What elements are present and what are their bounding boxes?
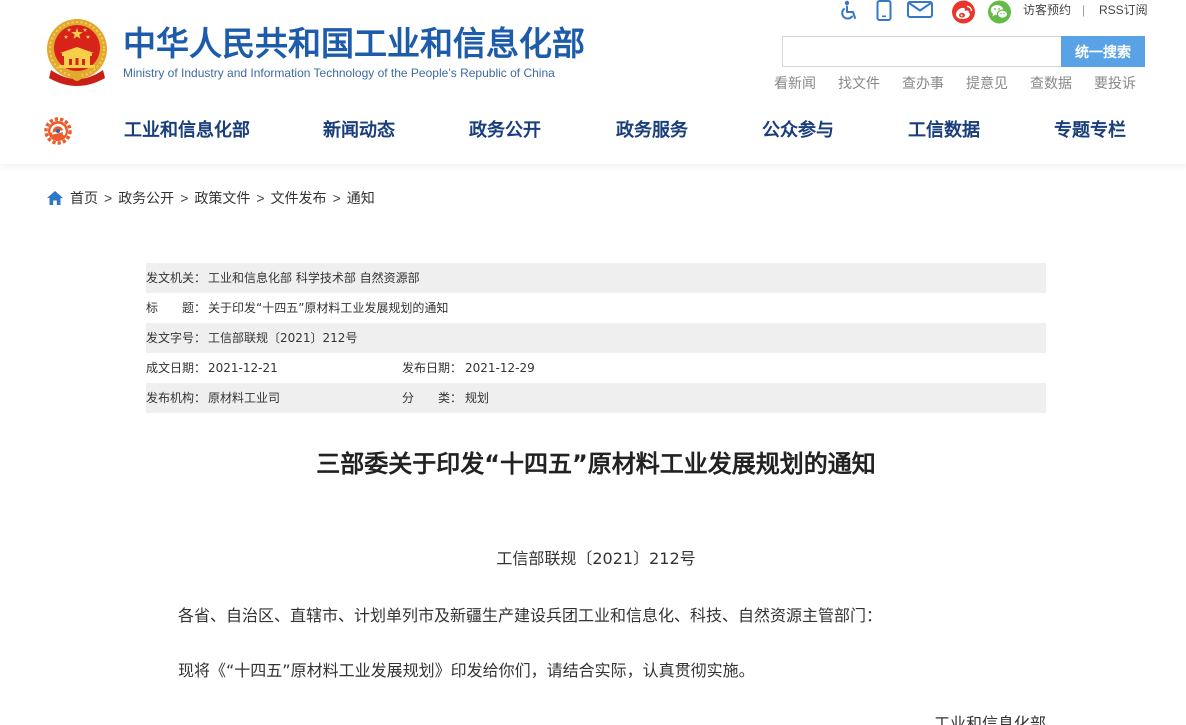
quick-links: 看新闻 找文件 查办事 提意见 查数据 要投诉 bbox=[774, 75, 1136, 93]
nav-item-ministry[interactable]: 工业和信息化部 bbox=[124, 119, 250, 143]
info-label-doc-number: 发文字号： bbox=[146, 331, 207, 345]
top-links-separator: | bbox=[1082, 3, 1086, 17]
info-value-issuer: 工业和信息化部 科学技术部 自然资源部 bbox=[208, 271, 420, 285]
article-signature: 工业和信息化部 bbox=[933, 714, 1046, 725]
info-row-dates: 成文日期： 2021-12-21 发布日期： 2021-12-29 bbox=[146, 353, 1046, 383]
quick-link-news[interactable]: 看新闻 bbox=[774, 75, 816, 93]
info-value-written-date: 2021-12-21 bbox=[208, 361, 278, 375]
mobile-icon[interactable] bbox=[876, 0, 892, 21]
info-value-agency: 原材料工业司 bbox=[208, 391, 281, 405]
nav-item-news[interactable]: 新闻动态 bbox=[323, 119, 395, 143]
national-emblem-icon bbox=[45, 18, 109, 86]
info-label-title: 标 题： bbox=[146, 301, 207, 315]
site-header: 中华人民共和国工业和信息化部 Ministry of Industry and … bbox=[0, 0, 1186, 164]
info-value-category: 规划 bbox=[465, 391, 490, 405]
info-label-publish-date: 发布日期： bbox=[402, 361, 463, 375]
accessibility-icon[interactable] bbox=[839, 0, 859, 21]
info-value-publish-date: 2021-12-29 bbox=[465, 361, 535, 375]
breadcrumb-item-doc-release[interactable]: 文件发布 bbox=[271, 190, 327, 206]
mail-icon[interactable] bbox=[907, 1, 933, 18]
nav-item-gov-affairs[interactable]: 政务公开 bbox=[469, 119, 541, 143]
info-label-category: 分 类： bbox=[402, 391, 463, 405]
nav-item-gov-services[interactable]: 政务服务 bbox=[616, 119, 688, 143]
quick-link-data[interactable]: 查数据 bbox=[1030, 75, 1072, 93]
search-input[interactable] bbox=[782, 36, 1061, 67]
info-row-title: 标 题： 关于印发“十四五”原材料工业发展规划的通知 bbox=[146, 293, 1046, 323]
breadcrumb-item-notice[interactable]: 通知 bbox=[347, 190, 375, 206]
quick-link-feedback[interactable]: 提意见 bbox=[966, 75, 1008, 93]
quick-link-complaint[interactable]: 要投诉 bbox=[1094, 75, 1136, 93]
info-label-written-date: 成文日期： bbox=[146, 361, 207, 375]
breadcrumb-separator: > bbox=[332, 190, 341, 206]
nav-item-data[interactable]: 工信数据 bbox=[908, 119, 980, 143]
article-paragraph-addressees: 各省、自治区、直辖市、计划单列市及新疆生产建设兵团工业和信息化、科技、自然资源主… bbox=[178, 606, 883, 625]
article-title: 三部委关于印发“十四五”原材料工业发展规划的通知 bbox=[316, 450, 876, 478]
info-label-issuer: 发文机关： bbox=[146, 271, 207, 285]
site-title: 中华人民共和国工业和信息化部 bbox=[123, 24, 585, 63]
info-row-doc-number: 发文字号： 工信部联规〔2021〕212号 bbox=[146, 323, 1046, 353]
rss-subscribe-link[interactable]: RSS订阅 bbox=[1099, 2, 1148, 18]
breadcrumb-separator: > bbox=[180, 190, 189, 206]
weibo-icon[interactable] bbox=[950, 0, 977, 24]
breadcrumb-separator: > bbox=[104, 190, 113, 206]
quick-link-services[interactable]: 查办事 bbox=[902, 75, 944, 93]
breadcrumb-separator: > bbox=[256, 190, 265, 206]
breadcrumb-item-gov-affairs[interactable]: 政务公开 bbox=[118, 190, 174, 206]
ministry-logo-icon bbox=[44, 117, 72, 145]
info-label-agency: 发布机构： bbox=[146, 391, 207, 405]
document-info-table: 发文机关： 工业和信息化部 科学技术部 自然资源部 标 题： 关于印发“十四五”… bbox=[146, 263, 1046, 413]
breadcrumb-item-policy-docs[interactable]: 政策文件 bbox=[194, 190, 250, 206]
article-doc-number: 工信部联规〔2021〕212号 bbox=[496, 549, 696, 568]
article-paragraph-body: 现将《“十四五”原材料工业发展规划》印发给你们，请结合实际，认真贯彻实施。 bbox=[178, 661, 755, 680]
visitor-appointment-link[interactable]: 访客预约 bbox=[1023, 2, 1071, 18]
info-row-agency-category: 发布机构： 原材料工业司 分 类： 规划 bbox=[146, 383, 1046, 413]
nav-item-public-participation[interactable]: 公众参与 bbox=[762, 119, 834, 143]
search-button[interactable]: 统一搜索 bbox=[1061, 36, 1145, 67]
wechat-icon[interactable] bbox=[986, 0, 1013, 24]
nav-item-special-topics[interactable]: 专题专栏 bbox=[1054, 119, 1126, 143]
info-value-title: 关于印发“十四五”原材料工业发展规划的通知 bbox=[208, 301, 449, 315]
breadcrumb-item-home[interactable]: 首页 bbox=[70, 190, 98, 206]
breadcrumb: 首页 > 政务公开 > 政策文件 > 文件发布 > 通知 bbox=[70, 189, 375, 207]
quick-link-files[interactable]: 找文件 bbox=[838, 75, 880, 93]
info-value-doc-number: 工信部联规〔2021〕212号 bbox=[208, 331, 358, 345]
home-icon bbox=[47, 191, 63, 205]
site-subtitle: Ministry of Industry and Information Tec… bbox=[123, 66, 555, 80]
info-row-issuer: 发文机关： 工业和信息化部 科学技术部 自然资源部 bbox=[146, 263, 1046, 293]
